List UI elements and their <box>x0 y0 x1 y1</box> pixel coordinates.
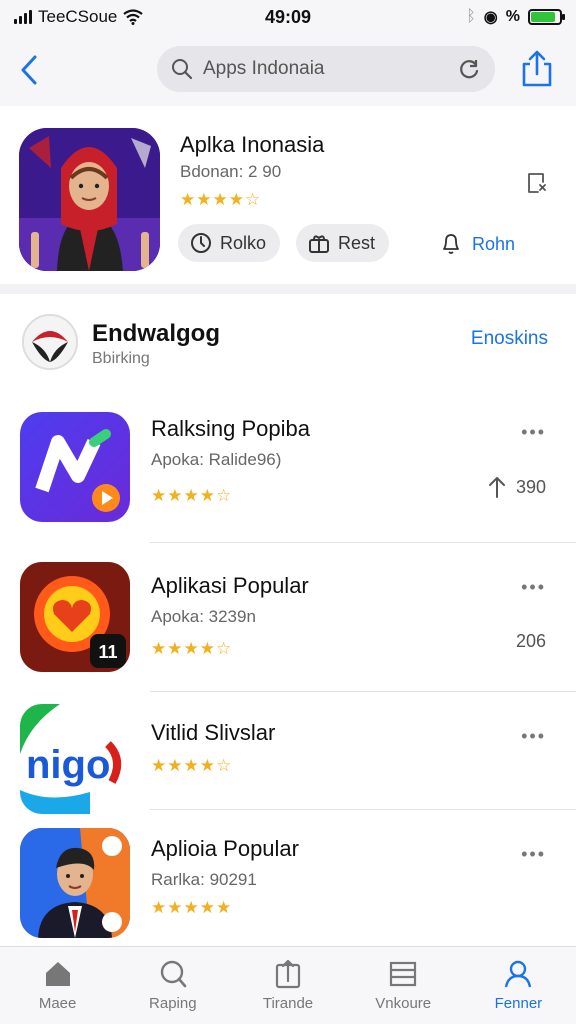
gift-icon <box>309 235 329 253</box>
app-count-value: 206 <box>515 631 546 651</box>
rolko-button[interactable]: Rolko <box>178 224 281 262</box>
rest-button-label: Rest <box>338 232 376 253</box>
rohn-link-label: Rohn <box>472 233 516 254</box>
app-title: Vitlid Slivslar <box>151 720 276 745</box>
app-count: 206 <box>516 631 546 652</box>
section-title: Endwalgog <box>92 320 220 347</box>
share-icon[interactable] <box>520 50 554 88</box>
app-row[interactable]: Aplioia Popular Rarlka: 90291 ★★★★★ ••• <box>0 810 576 946</box>
section-header: Endwalgog Bbirking Enoskins <box>0 294 576 390</box>
bell-icon <box>443 234 459 254</box>
more-options-button[interactable]: ••• <box>521 577 546 598</box>
home-icon <box>45 962 70 986</box>
wifi-icon <box>123 9 144 25</box>
featured-app-title: Aplka Inonasia <box>180 132 325 157</box>
rest-button[interactable]: Rest <box>296 224 390 262</box>
app-icon <box>20 828 130 938</box>
rohn-link[interactable]: Rohn <box>440 232 515 256</box>
app-subtitle: Rarlka: 90291 <box>151 870 257 889</box>
svg-text:11: 11 <box>98 642 117 662</box>
app-count-value: 390 <box>515 476 546 497</box>
app-rating: ★★★★☆ <box>151 639 233 658</box>
search-icon <box>160 960 187 988</box>
app-count: 390 <box>488 476 546 498</box>
app-subtitle: Apoka: Ralide96) <box>151 450 282 469</box>
tab-profile[interactable]: Fenner <box>461 947 576 1024</box>
tab-list-label: Vnkoure <box>375 995 432 1012</box>
percent-icon: % <box>505 8 520 25</box>
status-bar: TeeCSoue 49:09 ᛒ ◉ % <box>0 0 576 34</box>
app-rating: ★★★★☆ <box>151 756 233 775</box>
rolko-button-label: Rolko <box>220 232 267 253</box>
app-icon: 11 <box>20 562 130 672</box>
tab-profile-label: Fenner <box>494 995 543 1012</box>
see-all-link[interactable]: Enoskins <box>471 328 548 350</box>
tab-updates[interactable]: Tirande <box>230 947 345 1024</box>
app-subtitle: Apoka: 3239n <box>151 607 256 626</box>
featured-app-rating: ★★★★☆ <box>180 190 262 209</box>
person-icon <box>505 960 532 988</box>
section-logo <box>22 314 78 370</box>
more-options-button[interactable]: ••• <box>521 422 546 443</box>
bookmark-icon[interactable] <box>526 172 548 194</box>
more-options-button[interactable]: ••• <box>521 726 546 747</box>
upload-icon <box>275 959 301 989</box>
app-row[interactable]: 11 Aplikasi Popular Apoka: 3239n ★★★★☆ •… <box>0 543 576 692</box>
app-title: Ralksing Popiba <box>151 416 310 441</box>
search-icon <box>172 59 193 80</box>
svg-text:nigo: nigo <box>26 743 110 787</box>
app-row[interactable]: nigo Vitlid Slivslar ★★★★☆ ••• <box>0 692 576 814</box>
back-button[interactable] <box>14 50 44 90</box>
app-icon <box>20 412 130 522</box>
alarm-icon: ◉ <box>483 9 498 26</box>
app-row[interactable]: Ralksing Popiba Apoka: Ralide96) ★★★★☆ •… <box>0 390 576 543</box>
app-rating: ★★★★★ <box>151 898 233 917</box>
featured-app-card[interactable]: Aplka Inonasia Bdonan: 2 90 ★★★★☆ Rolko … <box>0 106 576 284</box>
section-subtitle: Bbirking <box>92 350 150 367</box>
featured-app-icon <box>19 128 160 271</box>
app-icon: nigo <box>20 704 130 814</box>
bluetooth-icon: ᛒ <box>466 8 476 25</box>
battery-icon <box>528 9 565 25</box>
app-rating: ★★★★☆ <box>151 486 233 505</box>
list-icon <box>390 961 417 987</box>
tab-home[interactable]: Maee <box>0 947 115 1024</box>
tab-search-label: Raping <box>149 995 197 1012</box>
tab-bar: Maee Raping Tirande Vnkoure Fenner <box>0 946 576 1024</box>
carrier-label: TeeCSoue <box>38 7 118 26</box>
clock-label: 49:09 <box>264 6 312 27</box>
clock-icon <box>191 233 211 253</box>
search-bar[interactable]: Apps Indonaia <box>157 46 495 92</box>
status-right-group: ᛒ ◉ % <box>466 7 565 27</box>
app-title: Aplioia Popular <box>151 836 299 861</box>
battery-fill <box>531 12 555 22</box>
more-options-button[interactable]: ••• <box>521 844 546 865</box>
section-separator <box>0 284 576 294</box>
chevron-left-icon <box>21 55 37 85</box>
tab-home-label: Maee <box>38 995 77 1012</box>
tab-list[interactable]: Vnkoure <box>346 947 461 1024</box>
search-input[interactable]: Apps Indonaia <box>203 58 457 80</box>
featured-app-subtitle: Bdonan: 2 90 <box>180 162 282 181</box>
arrow-up-icon <box>488 477 505 498</box>
reload-icon[interactable] <box>457 57 481 81</box>
nav-bar: Apps Indonaia <box>0 34 576 106</box>
tab-search[interactable]: Raping <box>115 947 230 1024</box>
app-title: Aplikasi Popular <box>151 573 309 598</box>
tab-updates-label: Tirande <box>262 995 314 1012</box>
carrier-group: TeeCSoue <box>14 7 144 27</box>
signal-icon <box>14 10 32 24</box>
